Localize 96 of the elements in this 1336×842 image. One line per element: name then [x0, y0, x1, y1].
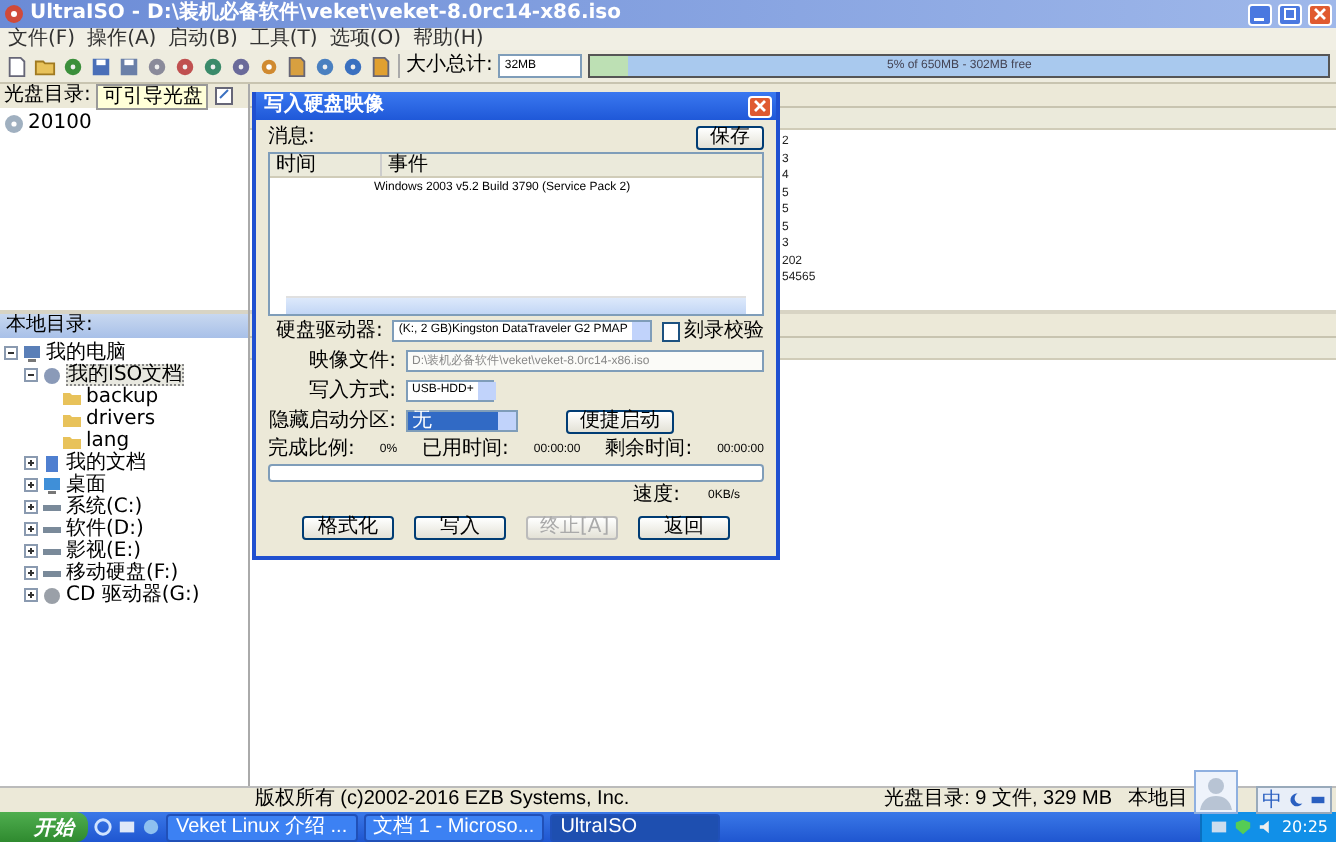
taskbar-button[interactable]: Veket Linux 介绍 ...: [166, 813, 358, 841]
window-title: UltraISO - D:\装机必备软件\veket\veket-8.0rc14-x86.iso: [30, 2, 621, 26]
column-header[interactable]: 事件: [382, 154, 428, 176]
document-icon: [42, 453, 62, 473]
page-icon[interactable]: [6, 55, 28, 77]
close-icon: [752, 98, 768, 114]
menu-item[interactable]: 文件(F): [8, 28, 76, 50]
close-icon: [1312, 6, 1328, 22]
folder-icon[interactable]: [34, 55, 56, 77]
disc-icon[interactable]: [146, 55, 168, 77]
tree-item[interactable]: 影视(E:): [66, 540, 141, 562]
expand-icon[interactable]: [24, 544, 38, 558]
menu-item[interactable]: 启动(B): [168, 28, 238, 50]
collapse-icon[interactable]: [4, 346, 18, 360]
page-icon[interactable]: [370, 55, 392, 77]
disc-icon: [4, 4, 24, 24]
keyboard-icon[interactable]: [1310, 792, 1326, 808]
tree-item[interactable]: 软件(D:): [66, 518, 144, 540]
close-button[interactable]: [748, 95, 772, 117]
column-header[interactable]: 时间: [270, 154, 382, 176]
maximize-icon: [1282, 6, 1298, 22]
menu-item[interactable]: 操作(A): [87, 28, 157, 50]
disc-icon: [42, 585, 62, 605]
expand-icon[interactable]: [24, 566, 38, 580]
network-icon[interactable]: [1209, 818, 1228, 836]
page-icon[interactable]: [286, 55, 308, 77]
boot-type-field[interactable]: 可引导光盘: [96, 84, 209, 109]
dialog-button[interactable]: 格式化: [302, 516, 394, 540]
field-label: 硬盘驱动器:: [273, 319, 383, 343]
elapsed-label: 已用时间:: [422, 438, 509, 462]
size-label: 大小总计:: [406, 54, 493, 78]
tree-item[interactable]: backup: [86, 386, 159, 408]
expand-icon[interactable]: [24, 478, 38, 492]
collapse-icon[interactable]: [24, 368, 38, 382]
pane-label: 本地目录:: [6, 314, 93, 338]
window-icon[interactable]: [118, 818, 136, 836]
dialog-button[interactable]: 写入: [414, 516, 506, 540]
quick-boot-button[interactable]: 便捷启动: [566, 409, 674, 433]
disc-icon[interactable]: [174, 55, 196, 77]
start-button[interactable]: 开始: [0, 812, 88, 842]
clock: 20:25: [1281, 816, 1328, 838]
expand-icon[interactable]: [24, 456, 38, 470]
tree-item[interactable]: CD 驱动器(G:): [66, 584, 200, 606]
taskbar-button[interactable]: 文档 1 - Microso...: [363, 813, 545, 841]
message-label: 消息:: [268, 126, 315, 150]
expand-icon[interactable]: [24, 588, 38, 602]
tree-item[interactable]: 20100: [28, 112, 92, 134]
status-text: 本地目: [1128, 788, 1188, 812]
status-text: 光盘目录: 9 文件, 329 MB: [884, 788, 1112, 812]
menu-item[interactable]: 帮助(H): [413, 28, 484, 50]
field-label: 写入方式:: [307, 379, 396, 403]
disc-icon[interactable]: [202, 55, 224, 77]
dialog-title: 写入硬盘映像: [264, 94, 384, 118]
tree-item[interactable]: 桌面: [66, 474, 106, 496]
checkbox[interactable]: [661, 321, 680, 341]
browser-icon[interactable]: [94, 818, 112, 836]
moon-icon[interactable]: [1288, 792, 1304, 808]
properties-icon[interactable]: [214, 86, 235, 106]
monitor-icon: [42, 475, 62, 495]
minimize-button[interactable]: [1248, 3, 1272, 25]
progress-label: 完成比例:: [268, 438, 355, 462]
horizontal-scrollbar[interactable]: [286, 296, 746, 314]
taskbar-button[interactable]: UltraISO: [550, 813, 720, 841]
hidden-partition-dropdown[interactable]: 无: [406, 410, 518, 432]
tree-item[interactable]: 我的文档: [66, 452, 146, 474]
disc-icon[interactable]: [342, 55, 364, 77]
tree-item[interactable]: 我的电脑: [46, 342, 126, 364]
tree-item[interactable]: drivers: [86, 408, 156, 430]
monitor-icon: [22, 343, 42, 363]
field-label: 隐藏启动分区:: [268, 409, 396, 433]
remaining-label: 剩余时间:: [605, 438, 693, 462]
expand-icon[interactable]: [24, 500, 38, 514]
speed-label: 速度:: [633, 484, 680, 508]
disc-icon[interactable]: [230, 55, 252, 77]
disc-icon[interactable]: [314, 55, 336, 77]
maximize-button[interactable]: [1278, 3, 1302, 25]
tree-item[interactable]: 移动硬盘(F:): [66, 562, 179, 584]
checkbox-label: 刻录校验: [684, 319, 764, 343]
tree-item[interactable]: 系统(C:): [66, 496, 143, 518]
save-button[interactable]: 保存: [696, 126, 764, 150]
tree-item[interactable]: lang: [86, 430, 130, 452]
status-text: 版权所有 (c)2002-2016 EZB Systems, Inc.: [252, 788, 632, 812]
disc-icon[interactable]: [62, 55, 84, 77]
menu-item[interactable]: 工具(T): [249, 28, 318, 50]
tree-item[interactable]: 我的ISO文档: [66, 364, 185, 386]
save-icon[interactable]: [118, 55, 140, 77]
dialog-button[interactable]: 返回: [638, 516, 730, 540]
save-icon[interactable]: [90, 55, 112, 77]
disc-icon: [42, 365, 62, 385]
menu-item[interactable]: 选项(O): [329, 28, 401, 50]
field-label: 映像文件:: [307, 349, 396, 373]
pane-label: 光盘目录:: [4, 84, 91, 108]
expand-icon[interactable]: [24, 522, 38, 536]
globe-icon[interactable]: [142, 818, 160, 836]
close-button[interactable]: [1308, 3, 1332, 25]
ime-button[interactable]: 中: [1262, 789, 1282, 811]
